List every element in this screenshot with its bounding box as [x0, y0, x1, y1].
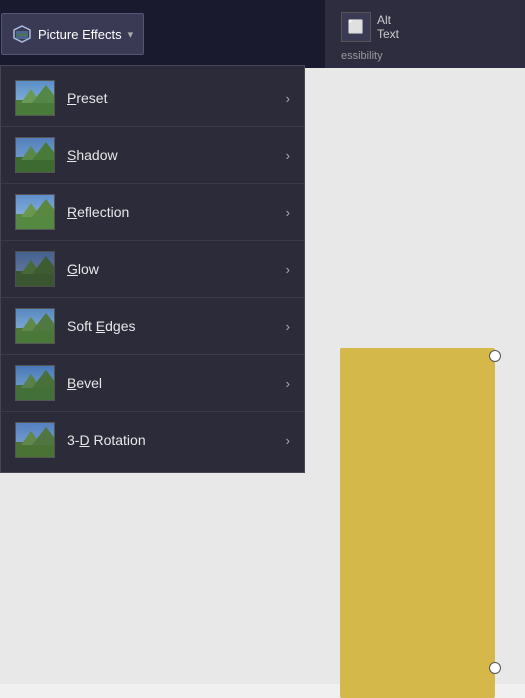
bevel-label: Bevel [67, 375, 274, 391]
preset-chevron: › [286, 91, 290, 106]
reflection-chevron: › [286, 205, 290, 220]
resize-handle-top-right[interactable] [489, 350, 501, 362]
bevel-icon [15, 365, 55, 401]
3d-rotation-icon [15, 422, 55, 458]
picture-effects-chevron: ▾ [128, 28, 134, 41]
menu-item-reflection[interactable]: Reflection › [1, 184, 304, 241]
alt-text-icon: ⬜ [341, 12, 371, 42]
soft-edges-label: Soft Edges [67, 318, 274, 334]
alt-text-label: AltText [377, 13, 399, 42]
reflection-label: Reflection [67, 204, 274, 220]
glow-label: Glow [67, 261, 274, 277]
bevel-chevron: › [286, 376, 290, 391]
picture-effects-button[interactable]: Picture Effects ▾ [1, 13, 144, 55]
ribbon-alt-text-area: ⬜ AltText [335, 8, 515, 46]
3d-rotation-label: 3-D Rotation [67, 432, 274, 448]
picture-effects-icon [12, 24, 32, 44]
shadow-icon [15, 137, 55, 173]
3d-rotation-chevron: › [286, 433, 290, 448]
shadow-label: Shadow [67, 147, 274, 163]
menu-item-glow[interactable]: Glow › [1, 241, 304, 298]
soft-edges-chevron: › [286, 319, 290, 334]
soft-edges-icon [15, 308, 55, 344]
menu-item-bevel[interactable]: Bevel › [1, 355, 304, 412]
glow-chevron: › [286, 262, 290, 277]
menu-item-shadow[interactable]: Shadow › [1, 127, 304, 184]
menu-item-3d-rotation[interactable]: 3-D Rotation › [1, 412, 304, 468]
menu-item-soft-edges[interactable]: Soft Edges › [1, 298, 304, 355]
preset-icon [15, 80, 55, 116]
menu-item-preset[interactable]: Preset › [1, 70, 304, 127]
preset-label: Preset [67, 90, 274, 106]
shadow-chevron: › [286, 148, 290, 163]
accessibility-label: essibility [335, 48, 515, 64]
picture-effects-label: Picture Effects [38, 27, 122, 42]
yellow-rectangle [340, 348, 495, 698]
picture-effects-dropdown: Preset › Shadow › Reflection › G [0, 65, 305, 473]
reflection-icon [15, 194, 55, 230]
glow-icon [15, 251, 55, 287]
resize-handle-bottom-right[interactable] [489, 662, 501, 674]
